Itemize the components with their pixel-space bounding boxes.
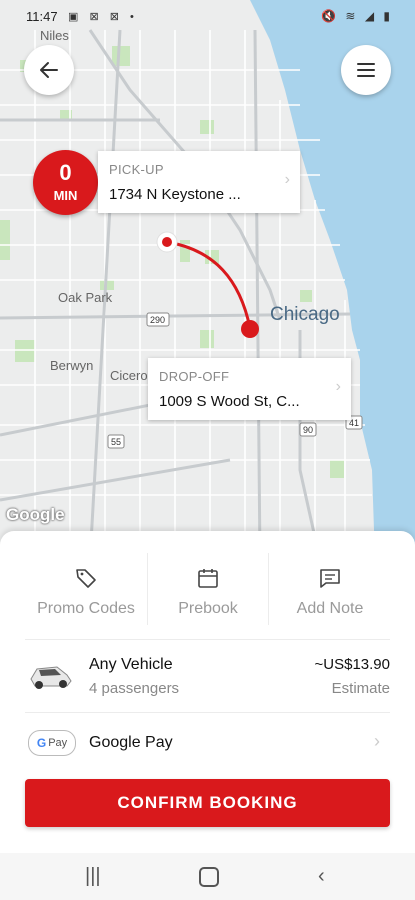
map-label-chicago: Chicago bbox=[270, 304, 340, 325]
add-note-button[interactable]: Add Note bbox=[269, 531, 391, 639]
vehicle-name: Any Vehicle bbox=[89, 656, 173, 673]
payment-method: Google Pay bbox=[89, 734, 173, 751]
vehicle-passengers: 4 passengers bbox=[89, 680, 180, 697]
promo-codes-button[interactable]: Promo Codes bbox=[25, 531, 147, 639]
map-label-berwyn: Berwyn bbox=[50, 358, 93, 373]
recent-apps-icon[interactable]: ||| bbox=[85, 865, 101, 888]
message-icon bbox=[320, 569, 340, 588]
dropoff-address: 1009 S Wood St, C... bbox=[159, 393, 300, 410]
home-icon[interactable] bbox=[199, 867, 219, 887]
dropoff-card[interactable]: DROP-OFF 1009 S Wood St, C... › bbox=[148, 358, 351, 420]
status-bar: 11:47 ▣ ⊠ ⊠ • 🔇 ≋ ◢ ▮ bbox=[0, 0, 415, 32]
booking-sheet: Promo Codes Prebook Add Note Any Vehicle… bbox=[0, 531, 415, 853]
prebook-label: Prebook bbox=[178, 600, 238, 617]
pickup-address: 1734 N Keystone ... bbox=[109, 186, 241, 203]
hwy-90-label: 90 bbox=[303, 425, 313, 435]
add-note-label: Add Note bbox=[296, 600, 364, 617]
menu-button[interactable] bbox=[341, 45, 391, 95]
google-logo: Google bbox=[6, 505, 65, 524]
payment-row[interactable]: G Pay Google Pay › bbox=[25, 713, 390, 773]
back-button[interactable] bbox=[24, 45, 74, 95]
dropoff-label: DROP-OFF bbox=[159, 369, 230, 384]
hamburger-menu-icon bbox=[357, 63, 375, 77]
eta-badge: 0 MIN bbox=[33, 150, 98, 215]
system-nav-bar: ||| ‹ bbox=[0, 853, 415, 900]
pickup-label: PICK-UP bbox=[109, 162, 164, 177]
action-row: Promo Codes Prebook Add Note bbox=[0, 531, 415, 639]
eta-unit: MIN bbox=[53, 188, 78, 203]
dropoff-marker bbox=[241, 320, 259, 338]
map-label-oak-park: Oak Park bbox=[58, 290, 113, 305]
car-icon bbox=[30, 666, 72, 689]
gpay-text: Pay bbox=[48, 737, 68, 749]
hwy-290-label: 290 bbox=[150, 315, 165, 325]
chevron-right-icon: › bbox=[284, 171, 290, 188]
map-label-cicero: Cicero bbox=[110, 368, 148, 383]
hwy-55-label: 55 bbox=[111, 437, 121, 447]
pickup-card[interactable]: PICK-UP 1734 N Keystone ... › bbox=[98, 151, 300, 213]
arrow-left-icon bbox=[40, 62, 58, 78]
notification-icons: ▣ ⊠ ⊠ • bbox=[68, 11, 138, 23]
vehicle-row[interactable]: Any Vehicle 4 passengers ~US$13.90 Estim… bbox=[25, 639, 390, 712]
chevron-right-icon: › bbox=[374, 731, 380, 751]
tag-icon bbox=[76, 569, 96, 588]
confirm-booking-button[interactable]: CONFIRM BOOKING bbox=[25, 779, 390, 827]
system-status-icons: 🔇 ≋ ◢ ▮ bbox=[321, 9, 393, 23]
google-pay-icon: G Pay bbox=[28, 730, 76, 756]
prebook-button[interactable]: Prebook bbox=[148, 531, 268, 639]
gpay-g: G bbox=[36, 736, 47, 750]
status-time: 11:47 bbox=[26, 9, 58, 24]
promo-codes-label: Promo Codes bbox=[37, 600, 135, 617]
eta-value: 0 bbox=[59, 160, 72, 185]
price-note: Estimate bbox=[331, 680, 390, 697]
price-estimate: ~US$13.90 bbox=[314, 656, 390, 673]
calendar-icon bbox=[198, 569, 218, 588]
chevron-right-icon: › bbox=[335, 378, 341, 395]
back-nav-icon[interactable]: ‹ bbox=[318, 865, 325, 888]
